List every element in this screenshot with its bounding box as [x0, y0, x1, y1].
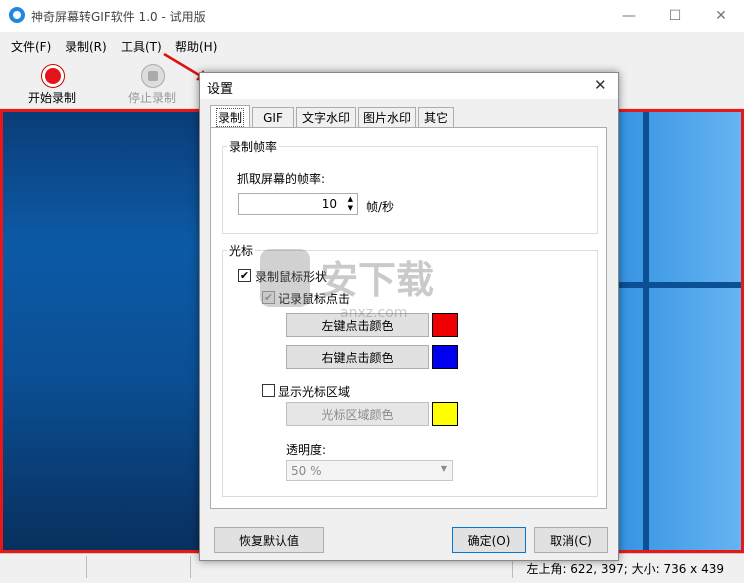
framerate-value: 10	[321, 197, 337, 211]
framerate-label: 抓取屏幕的帧率:	[237, 172, 326, 186]
tab-label: 录制	[215, 107, 244, 127]
record-cursor-checkbox[interactable]: ✔	[238, 269, 251, 282]
opacity-value: 50 %	[291, 464, 322, 478]
right-click-color-swatch[interactable]	[432, 345, 458, 369]
dialog-close-button[interactable]: ✕	[594, 76, 607, 94]
stop-record-button: 停止录制	[128, 91, 177, 105]
chevron-down-icon: ▼	[440, 464, 447, 473]
status-position-size: 左上角: 622, 397; 大小: 736 x 439	[526, 562, 724, 576]
dialog-title: 设置	[207, 82, 234, 97]
dialog-title-bar	[200, 73, 618, 99]
tab-other[interactable]: 其它	[418, 107, 454, 127]
windows-logo	[603, 112, 741, 550]
menu-record[interactable]: 录制(R)	[65, 38, 107, 55]
site-watermark: 安下载 anxz.com	[260, 243, 480, 333]
tab-gif[interactable]: GIF	[252, 107, 294, 127]
reset-defaults-button[interactable]: 恢复默认值	[214, 527, 324, 553]
show-cursor-area-label[interactable]: 显示光标区域	[278, 383, 350, 400]
app-icon	[9, 7, 25, 23]
framerate-unit: 帧/秒	[366, 200, 395, 214]
menu-tools[interactable]: 工具(T)	[121, 38, 162, 55]
menu-file[interactable]: 文件(F)	[11, 38, 51, 55]
start-record-button[interactable]: 开始录制	[28, 89, 76, 106]
close-button[interactable]: ✕	[698, 0, 744, 32]
menu-bar	[0, 32, 744, 58]
opacity-label: 透明度:	[286, 443, 327, 457]
status-divider	[86, 556, 87, 578]
watermark-url: anxz.com	[340, 305, 408, 321]
right-click-color-button[interactable]: 右键点击颜色	[286, 345, 429, 369]
spin-arrows-icon[interactable]: ▲ ▼	[348, 195, 353, 213]
tab-text-watermark[interactable]: 文字水印	[296, 107, 356, 127]
shield-icon	[260, 249, 310, 307]
record-icon[interactable]	[41, 64, 65, 88]
status-divider	[190, 556, 191, 578]
tab-record[interactable]: 录制	[210, 105, 250, 128]
cursor-area-color-button[interactable]: 光标区域颜色	[286, 402, 429, 426]
cursor-group-title: 光标	[227, 242, 256, 259]
opacity-select[interactable]: 50 % ▼	[286, 460, 453, 481]
framerate-stepper[interactable]: 10 ▲ ▼	[238, 193, 358, 215]
cancel-button[interactable]: 取消(C)	[534, 527, 608, 553]
framerate-group-title: 录制帧率	[227, 138, 280, 155]
maximize-button[interactable]: ☐	[652, 0, 698, 32]
minimize-button[interactable]: —	[606, 0, 652, 32]
window-title: 神奇屏幕转GIF软件 1.0 - 试用版	[31, 10, 206, 24]
show-cursor-area-checkbox[interactable]	[262, 384, 275, 397]
ok-button[interactable]: 确定(O)	[452, 527, 526, 553]
watermark-text: 安下载	[320, 258, 435, 302]
tab-image-watermark[interactable]: 图片水印	[358, 107, 416, 127]
framerate-group	[222, 146, 598, 234]
cursor-area-color-swatch[interactable]	[432, 402, 458, 426]
